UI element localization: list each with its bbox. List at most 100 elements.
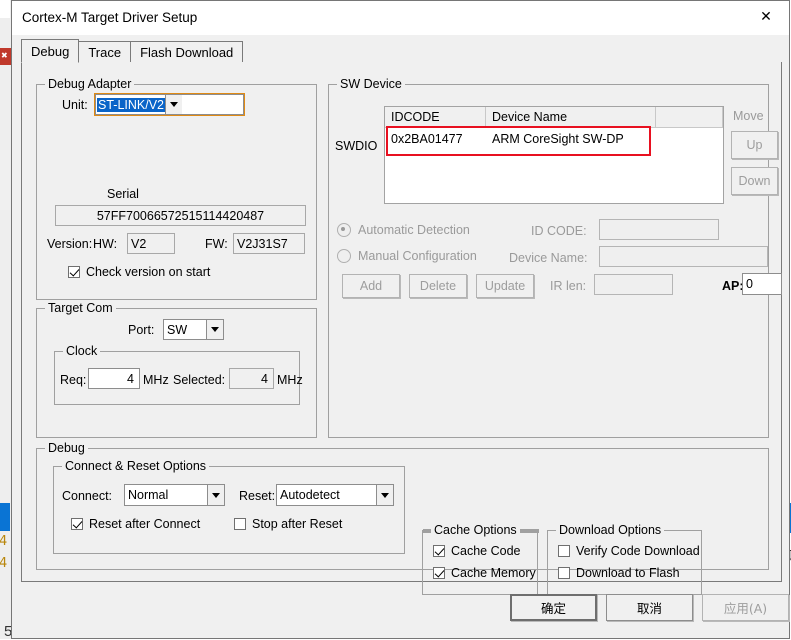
target-com-legend: Target Com (45, 301, 116, 315)
radio-dot-icon (337, 223, 351, 237)
chevron-down-icon[interactable] (376, 485, 393, 505)
hw-label: HW: (93, 237, 118, 251)
cache-code-label: Cache Code (451, 544, 521, 558)
verify-code-download-label: Verify Code Download (576, 544, 700, 558)
download-to-flash-label: Download to Flash (576, 566, 680, 580)
tab-debug[interactable]: Debug (21, 39, 80, 63)
window-title: Cortex-M Target Driver Setup (22, 10, 198, 25)
download-to-flash-checkbox[interactable]: Download to Flash (558, 566, 680, 580)
column-header-extra (656, 107, 723, 127)
id-code-input[interactable] (599, 219, 719, 240)
apply-button[interactable]: 应用(A) (702, 594, 789, 621)
checkbox-icon (234, 518, 246, 530)
fw-label: FW: (205, 237, 228, 251)
move-down-button[interactable]: Down (731, 167, 778, 195)
cortex-m-target-driver-setup-dialog: Cortex-M Target Driver Setup ✕ Debug Tra… (11, 0, 790, 639)
debug-adapter-group: Debug Adapter Unit: ST-LINK/V2 Serial 57… (36, 77, 317, 300)
connect-label: Connect: (62, 489, 113, 503)
checkbox-icon (558, 567, 570, 579)
selected-clock-value: 4 (229, 368, 274, 389)
ok-button[interactable]: 确定 (510, 594, 597, 621)
connect-combobox[interactable]: Normal (124, 484, 225, 506)
column-header-idcode: IDCODE (385, 107, 486, 127)
device-name-label: Device Name: (509, 251, 588, 265)
debug-adapter-legend: Debug Adapter (45, 77, 135, 91)
cache-code-checkbox[interactable]: Cache Code (433, 544, 521, 558)
cell-idcode: 0x2BA01477 (391, 132, 463, 146)
reset-after-connect-label: Reset after Connect (89, 517, 201, 531)
selected-unit-label: MHz (277, 373, 303, 387)
cancel-button[interactable]: 取消 (606, 594, 693, 621)
background-left-glyph-2: 4 (0, 556, 8, 571)
chevron-down-icon[interactable] (206, 320, 223, 339)
background-left-selection (0, 503, 10, 531)
selected-label: Selected: (173, 373, 226, 387)
device-name-input[interactable] (599, 246, 768, 267)
download-options-legend: Download Options (556, 523, 665, 537)
move-up-button[interactable]: Up (731, 131, 778, 159)
tab-flash-download[interactable]: Flash Download (130, 41, 244, 63)
move-label: Move (733, 109, 764, 123)
debug-bottom-legend: Debug (45, 441, 88, 455)
unit-combobox[interactable]: ST-LINK/V2 (94, 93, 245, 116)
chevron-down-icon[interactable] (165, 95, 182, 114)
check-version-on-start-checkbox[interactable]: Check version on start (68, 265, 210, 279)
ir-len-label: IR len: (550, 279, 587, 293)
checkbox-icon (558, 545, 570, 557)
fw-version-value: V2J31S7 (233, 233, 305, 254)
stop-after-reset-label: Stop after Reset (252, 517, 343, 531)
connect-combobox-value: Normal (128, 488, 169, 502)
title-bar: Cortex-M Target Driver Setup ✕ (12, 1, 789, 35)
cache-memory-checkbox[interactable]: Cache Memory (433, 566, 536, 580)
check-version-on-start-label: Check version on start (86, 265, 211, 279)
serial-value: 57FF70066572515114420487 (55, 205, 306, 226)
checkmark-icon (71, 518, 83, 530)
req-label: Req: (60, 373, 87, 387)
update-button[interactable]: Update (476, 274, 534, 298)
close-icon[interactable]: ✕ (743, 1, 789, 31)
reset-combobox[interactable]: Autodetect (276, 484, 394, 506)
reset-label: Reset: (239, 489, 276, 503)
sw-device-list[interactable]: IDCODE Device Name 0x2BA01477 ARM CoreSi… (384, 106, 724, 204)
ap-input[interactable]: 0 (742, 273, 782, 295)
clock-legend: Clock (63, 344, 101, 358)
sw-device-list-header: IDCODE Device Name (385, 107, 723, 128)
cell-device-name: ARM CoreSight SW-DP (492, 132, 624, 146)
chevron-down-icon[interactable] (207, 485, 224, 505)
connect-reset-options-group: Connect & Reset Options Connect: Normal … (53, 459, 405, 554)
checkmark-icon (433, 567, 445, 579)
download-options-groupbox: Download Options Verify Code Download Do… (547, 523, 702, 595)
checkmark-icon (68, 266, 80, 278)
column-header-device-name: Device Name (486, 107, 656, 127)
verify-code-download-checkbox[interactable]: Verify Code Download (558, 544, 700, 558)
unit-combobox-value: ST-LINK/V2 (97, 97, 165, 112)
hw-version-value: V2 (127, 233, 175, 254)
radio-icon (337, 249, 351, 263)
add-button[interactable]: Add (342, 274, 400, 298)
port-combobox[interactable]: SW (163, 319, 224, 340)
cache-options-legend: Cache Options (431, 523, 520, 537)
delete-button[interactable]: Delete (409, 274, 467, 298)
port-label: Port: (128, 323, 155, 337)
table-row[interactable]: 0x2BA01477 ARM CoreSight SW-DP (385, 128, 723, 150)
manual-configuration-radio[interactable]: Manual Configuration (337, 249, 477, 263)
background-left-gray-block (0, 150, 10, 210)
id-code-label: ID CODE: (531, 224, 587, 238)
req-clock-input[interactable]: 4 (88, 368, 140, 389)
clock-group: Clock Req: 4 MHz Selected: 4 MHz (54, 344, 303, 405)
tab-trace[interactable]: Trace (78, 41, 132, 63)
background-left-white (0, 0, 10, 18)
tab-strip: Debug Trace Flash Download (21, 39, 244, 63)
automatic-detection-label: Automatic Detection (358, 223, 470, 237)
background-left-glyph-1: 4 (0, 534, 8, 549)
manual-configuration-label: Manual Configuration (358, 249, 477, 263)
sw-device-group: SW Device SWDIO IDCODE Device Name 0x2BA… (328, 77, 782, 438)
port-combobox-value: SW (167, 322, 188, 337)
automatic-detection-radio[interactable]: Automatic Detection (337, 223, 470, 237)
reset-combobox-value: Autodetect (280, 488, 340, 502)
serial-label: Serial (107, 187, 139, 201)
reset-after-connect-checkbox[interactable]: Reset after Connect (71, 517, 200, 531)
stop-after-reset-checkbox[interactable]: Stop after Reset (234, 517, 342, 531)
ir-len-input[interactable] (594, 274, 673, 295)
swdio-label: SWDIO (335, 139, 378, 153)
